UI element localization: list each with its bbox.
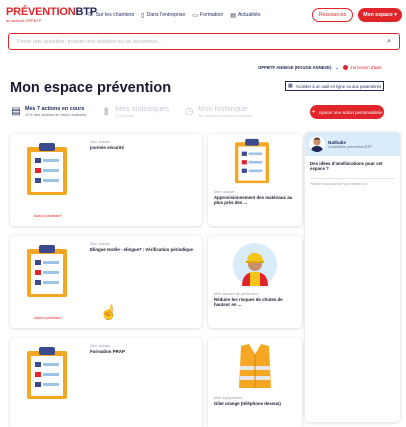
logo-red-text: PRÉVENTION [6, 6, 76, 18]
clipboard-icon [27, 143, 67, 195]
bar-chart-icon: ▮ [103, 105, 110, 117]
add-action-label: Ajouter une action personnalisée [318, 109, 383, 115]
tab-actions[interactable]: ▤ Mes 7 actions en cours 11% des actions … [10, 104, 86, 118]
chat-input[interactable]: Faites nous part de vos retours ici [310, 177, 395, 186]
dashboard-tabs: ▤ Mes 7 actions en cours 11% des actions … [10, 104, 251, 118]
chat-message: Des idées d'améliorations pour cet espac… [310, 161, 383, 172]
tab-subtitle: 312 points [115, 113, 134, 118]
history-icon: ◷ [184, 105, 194, 117]
tab-title: Mon historique [198, 104, 248, 113]
help-icon [342, 65, 348, 70]
monitor-icon: ▭ [192, 12, 198, 19]
clipboard-icon: ▤ [11, 105, 21, 117]
tab-subtitle: 36 nouvelles actions réalisées [198, 113, 252, 118]
plus-icon: + [311, 108, 316, 116]
chat-header: Nathalie Conseillère prévention BTP [305, 132, 400, 156]
organization-selector[interactable]: OPPBTP ANNEXE (ROUGE ANNEXE) ⌄ J'ai beso… [258, 65, 382, 70]
help-link[interactable]: J'ai besoin d'aide [342, 65, 382, 70]
safety-vest-icon [239, 344, 271, 388]
priority-tag: Action prioritaire [34, 316, 62, 320]
avatar [309, 136, 325, 152]
search-bar[interactable]: Poser une question, trouver une solution… [8, 33, 400, 50]
clipboard-icon [234, 138, 270, 184]
tab-subtitle: 11% des actions du mois réalisées [25, 111, 87, 117]
card-category: Mon dossier [214, 190, 235, 194]
site-logo[interactable]: PRÉVENTIONBTP au service OPPBTP [6, 6, 97, 24]
clipboard-icon [27, 245, 67, 297]
action-card[interactable]: Mon dossier journée sécurité Action prio… [10, 134, 202, 226]
action-card[interactable]: Mon espace de prévention Réduire les ris… [208, 236, 302, 328]
grid-icon: ▦ [288, 83, 293, 89]
help-label: J'ai besoin d'aide [349, 65, 382, 70]
action-card[interactable]: Mon équipement Gilet orange (téléphone d… [208, 338, 302, 427]
priority-tag: Action prioritaire [34, 214, 62, 218]
feedback-chat-panel[interactable]: Nathalie Conseillère prévention BTP Des … [305, 132, 400, 422]
worker-avatar-icon [233, 243, 277, 287]
tab-title: Mes statistiques [115, 104, 170, 113]
card-title: Formation PRAP [90, 349, 125, 354]
nav-label: Dans l'entreprise [146, 12, 186, 18]
organization-name: OPPBTP ANNEXE (ROUGE ANNEXE) [258, 65, 332, 70]
search-icon[interactable]: ⌕ [387, 38, 391, 46]
card-category: Mon équipement [214, 396, 243, 400]
my-space-button[interactable]: Mon espace ▾ [358, 8, 402, 22]
card-title: Réduire les risques de chutes de hauteur… [214, 297, 283, 308]
hand-pointer-icon: ☝ [100, 304, 118, 320]
clipboard-icon [27, 347, 67, 399]
action-card[interactable]: Mon dossier Approvisionnement des matéri… [208, 134, 302, 226]
card-title: Élingue textile - elingue7 : Vérificatio… [90, 247, 193, 252]
nav-item-actualites[interactable]: ▤ Actualités [230, 12, 260, 19]
tab-history[interactable]: ◷ Mon historique 36 nouvelles actions réa… [183, 104, 252, 118]
tool-access-label: Accéder à un outil en ligne ou aux param… [295, 83, 382, 89]
add-action-button[interactable]: + Ajouter une action personnalisée [310, 105, 384, 119]
card-category: Mon dossier [90, 344, 111, 348]
card-title: journée sécurité [90, 145, 124, 150]
main-nav: ⛫ Sur les chantiers ▯ Dans l'entreprise ▭ F… [88, 11, 260, 19]
construction-site-icon: ⛫ [88, 12, 94, 18]
nav-item-chantiers[interactable]: ⛫ Sur les chantiers [88, 11, 134, 19]
nav-item-formation[interactable]: ▭ Formation [192, 12, 223, 19]
card-category: Mon dossier [90, 140, 111, 144]
tab-statistics[interactable]: ▮ Mes statistiques 312 points [100, 104, 170, 118]
card-title: Gilet orange (téléphone dessus) [214, 401, 281, 406]
card-category: Mon espace de prévention [214, 292, 259, 296]
chevron-down-icon: ⌄ [335, 65, 339, 70]
nav-label: Sur les chantiers [95, 12, 135, 18]
tab-title: Mes 7 actions en cours [25, 105, 85, 112]
chat-agent-role: Conseillère prévention BTP [328, 144, 372, 149]
page-title: Mon espace prévention [10, 80, 172, 96]
news-icon: ▤ [230, 12, 236, 19]
resources-button[interactable]: Ressources [312, 8, 353, 22]
nav-item-entreprise[interactable]: ▯ Dans l'entreprise [141, 12, 185, 19]
logo-wordmark: PRÉVENTIONBTP [6, 6, 97, 18]
user-avatar-icon [311, 137, 323, 152]
nav-label: Actualités [237, 12, 261, 18]
logo-subtitle: au service OPPBTP [6, 18, 42, 23]
nav-label: Formation [199, 12, 224, 18]
card-category: Mon dossier [90, 242, 111, 246]
search-input[interactable]: Poser une question, trouver une solution… [17, 39, 387, 45]
action-card[interactable]: Mon dossier Formation PRAP [10, 338, 202, 427]
card-title: Approvisionnement des matériaux au plus … [214, 195, 293, 206]
office-icon: ▯ [141, 12, 145, 19]
tool-access-link[interactable]: ▦ Accéder à un outil en ligne ou aux para… [285, 81, 385, 91]
